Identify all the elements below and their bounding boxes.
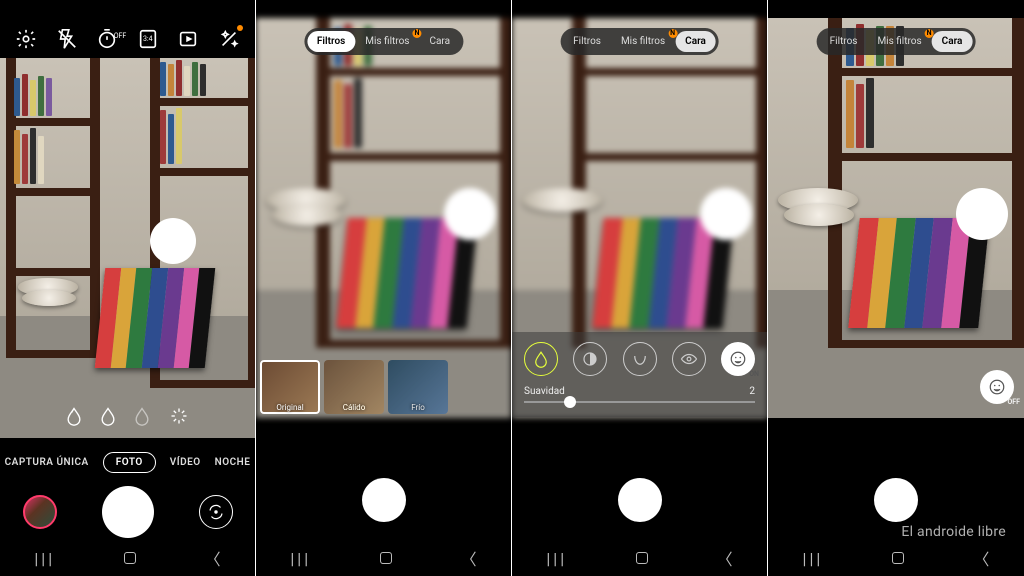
slider-knob[interactable] (564, 396, 576, 408)
gallery-thumbnail[interactable] (23, 495, 57, 529)
viewfinder (0, 58, 255, 438)
mode-single-take[interactable]: CAPTURA ÚNICA (5, 457, 89, 468)
tab-cara[interactable]: Cara (419, 31, 460, 52)
jawline-icon[interactable] (623, 342, 657, 376)
motion-photo-icon[interactable] (177, 28, 199, 50)
viewfinder: OFF (768, 18, 1024, 418)
mode-night[interactable]: NOCHE (215, 457, 251, 468)
nav-recents[interactable]: ||| (290, 549, 311, 568)
eyes-icon[interactable] (672, 342, 706, 376)
skin-tone-icon[interactable] (64, 406, 84, 426)
tab-filtros[interactable]: Filtros (820, 31, 868, 52)
android-nav-bar: ||| 〈 (0, 546, 255, 570)
nav-recents[interactable]: ||| (546, 549, 567, 568)
magic-wand-icon[interactable] (218, 28, 240, 50)
nav-home[interactable] (892, 552, 904, 564)
camera-mode-strip[interactable]: CAPTURA ÚNICA FOTO VÍDEO NOCHE (0, 452, 255, 473)
tone-icon[interactable] (573, 342, 607, 376)
face-adjust-panel: ON Suavidad 2 (512, 332, 767, 417)
focus-indicator (700, 188, 752, 240)
aspect-ratio-icon[interactable]: 3:4 (137, 28, 159, 50)
nav-recents[interactable]: ||| (34, 549, 55, 568)
focus-indicator (150, 218, 196, 264)
flash-off-icon[interactable] (56, 28, 78, 50)
nav-home[interactable] (380, 552, 392, 564)
timer-off-icon[interactable]: OFF (96, 28, 118, 50)
shutter-row (768, 478, 1024, 522)
camera-screen-filters: Filtros Mis filtrosN Cara Original Cálid… (256, 0, 512, 576)
shutter-row (0, 486, 255, 538)
shutter-button[interactable] (874, 478, 918, 522)
camera-screen-face-adjust: Filtros Mis filtrosN Cara ON Suavidad 2 (512, 0, 768, 576)
mode-photo[interactable]: FOTO (103, 452, 156, 473)
smoothness-icon[interactable] (524, 342, 558, 376)
nav-back[interactable]: 〈 (461, 546, 477, 570)
nav-back[interactable]: 〈 (205, 546, 221, 570)
shutter-button[interactable] (362, 478, 406, 522)
filter-tabs: Filtros Mis filtrosN Cara (817, 28, 976, 55)
tab-mis-filtros[interactable]: Mis filtrosN (611, 31, 675, 52)
effect-icon-row (64, 406, 192, 426)
viewfinder (256, 18, 511, 418)
android-nav-bar: ||| 〈 (512, 546, 767, 570)
shutter-button[interactable] (618, 478, 662, 522)
nav-recents[interactable]: ||| (803, 549, 824, 568)
filter-thumb-original[interactable]: Original (260, 360, 320, 414)
tab-cara[interactable]: Cara (932, 31, 973, 52)
filter-tabs: Filtros Mis filtrosN Cara (560, 28, 719, 55)
mode-video[interactable]: VÍDEO (170, 457, 201, 468)
switch-camera-button[interactable] (199, 495, 233, 529)
tab-cara[interactable]: Cara (675, 31, 716, 52)
filter-thumb-calido[interactable]: Cálido (324, 360, 384, 414)
shutter-button[interactable] (102, 486, 154, 538)
focus-indicator (956, 188, 1008, 240)
tab-filtros[interactable]: Filtros (307, 31, 355, 52)
filter-tabs: Filtros Mis filtrosN Cara (304, 28, 463, 55)
camera-top-toolbar: OFF 3:4 (0, 28, 255, 50)
nav-back[interactable]: 〈 (717, 546, 733, 570)
focus-indicator (444, 188, 496, 240)
nav-home[interactable] (636, 552, 648, 564)
camera-screen-face-off: OFF Filtros Mis filtrosN Cara ||| 〈 (768, 0, 1024, 576)
filter-thumb-frio[interactable]: Frío (388, 360, 448, 414)
nav-home[interactable] (124, 552, 136, 564)
slider-value: 2 (749, 386, 755, 397)
camera-screen-main: OFF 3:4 CAPTURA ÚNICA FOTO VÍDEO NOCHE |… (0, 0, 256, 576)
slider-label: Suavidad (524, 386, 565, 397)
filter-thumbnail-strip[interactable]: Original Cálido Frío (256, 360, 511, 414)
nav-back[interactable]: 〈 (973, 546, 989, 570)
face-effects-toggle-on[interactable]: ON (721, 342, 755, 376)
shutter-row (256, 478, 511, 522)
android-nav-bar: ||| 〈 (768, 546, 1024, 570)
smoothness-slider[interactable]: Suavidad 2 (524, 386, 755, 403)
shutter-row (512, 478, 767, 522)
face-effects-toggle-off[interactable]: OFF (980, 370, 1014, 404)
tab-mis-filtros[interactable]: Mis filtrosN (355, 31, 419, 52)
drop-icon[interactable] (98, 406, 118, 426)
drop-outline-icon[interactable] (132, 406, 152, 426)
tab-mis-filtros[interactable]: Mis filtrosN (867, 31, 931, 52)
android-nav-bar: ||| 〈 (256, 546, 511, 570)
filters-icon[interactable] (166, 406, 192, 426)
tab-filtros[interactable]: Filtros (563, 31, 611, 52)
settings-icon[interactable] (15, 28, 37, 50)
